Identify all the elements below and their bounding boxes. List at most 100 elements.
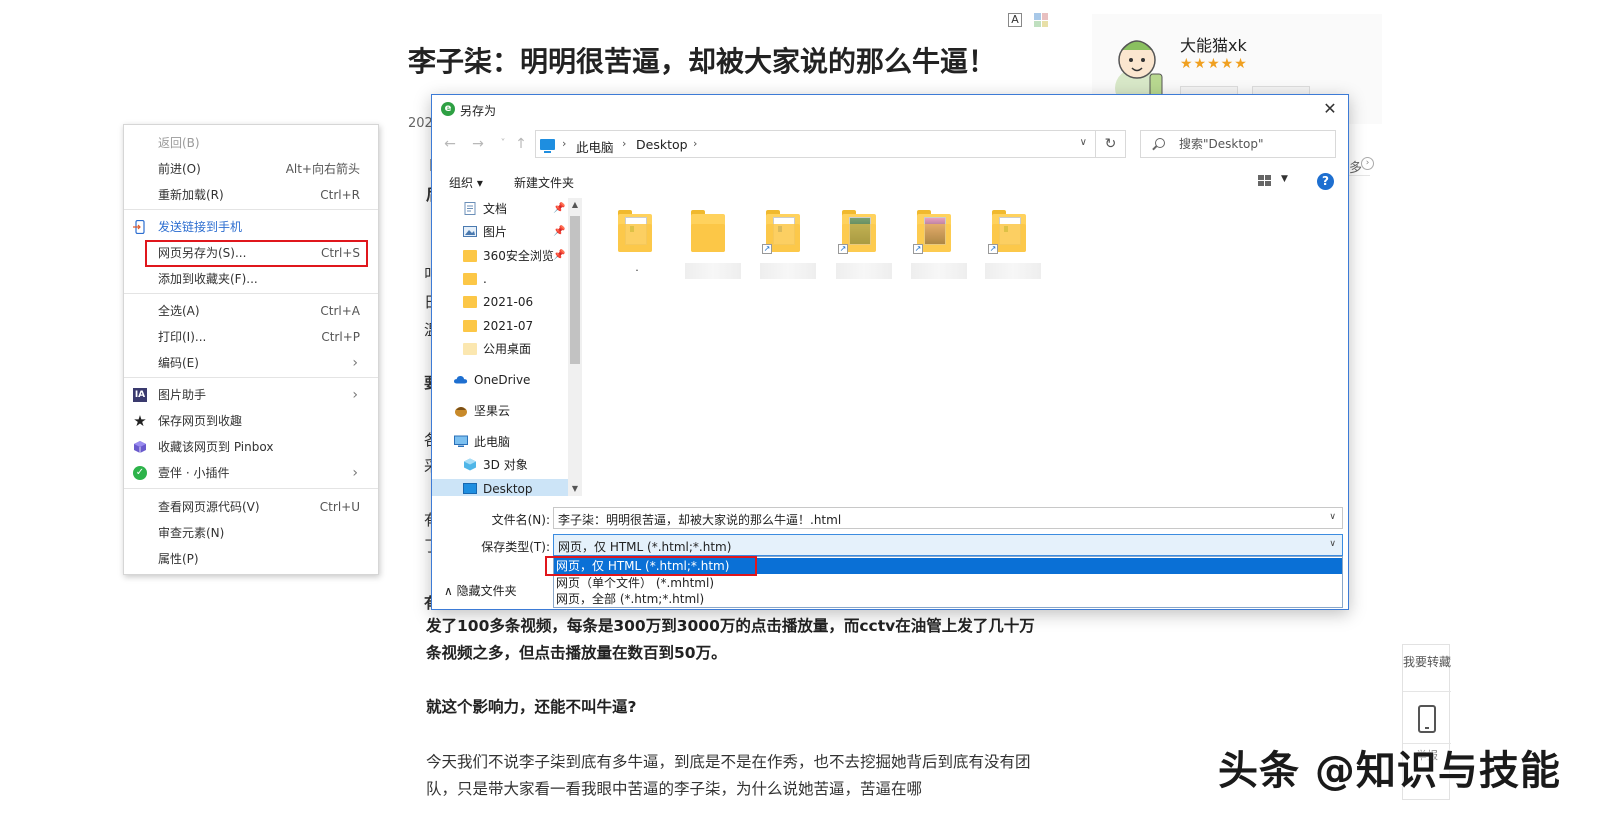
help-icon[interactable]: ? [1317, 173, 1334, 190]
filetype-option[interactable]: 网页（单个文件） (*.mhtml) [554, 575, 1342, 591]
menu-item-select-all[interactable]: 全选(A) Ctrl+A [124, 299, 378, 323]
author-name[interactable]: 大能猫xk [1180, 32, 1247, 56]
nav-item-360-browser[interactable]: 360安全浏览 📌 [463, 245, 567, 267]
search-icon [1155, 138, 1165, 148]
menu-item-properties[interactable]: 属性(P) [124, 547, 378, 571]
refresh-button[interactable]: ↻ [1096, 130, 1126, 158]
menu-item-save-to-shouqu[interactable]: ★ 保存网页到收趣 [124, 409, 378, 433]
file-label[interactable]: . [609, 261, 665, 277]
onedrive-cloud-icon [454, 375, 468, 384]
filetype-select[interactable]: 网页，仅 HTML (*.html;*.htm) ∨ [553, 534, 1343, 556]
breadcrumb-desktop[interactable]: Desktop [636, 137, 688, 152]
menu-item-view-source[interactable]: 查看网页源代码(V) Ctrl+U [124, 495, 378, 519]
highlight-box [145, 240, 368, 267]
nav-label: 360安全浏览 [483, 249, 554, 263]
nav-item-documents[interactable]: 文档 📌 [463, 198, 567, 220]
view-dropdown-icon[interactable]: ▼ [1281, 174, 1288, 184]
shortcut-arrow-icon: ↗ [838, 244, 848, 254]
new-folder-button[interactable]: 新建文件夹 [514, 174, 574, 191]
menu-item-image-helper[interactable]: IA 图片助手 › [124, 383, 378, 407]
breadcrumb-this-pc[interactable]: 此电脑 [576, 137, 614, 156]
check-icon: ✓ [133, 466, 147, 480]
nut-cloud-icon [455, 407, 467, 417]
scroll-down-arrow-icon[interactable]: ▼ [568, 482, 582, 496]
menu-label: 发送链接到手机 [158, 220, 243, 234]
pin-icon[interactable]: 📌 [553, 245, 565, 267]
side-more-link[interactable]: 多 [1349, 157, 1362, 176]
menu-label: 壹伴 · 小插件 [158, 466, 230, 480]
menu-label: 打印(I)... [158, 330, 207, 344]
breadcrumb-separator: › [562, 137, 567, 150]
highlight-box [545, 556, 757, 576]
menu-separator [124, 488, 378, 489]
folder-icon-front [618, 224, 652, 252]
menu-item-send-to-phone[interactable]: 发送链接到手机 [124, 215, 378, 239]
up-button[interactable]: ↑ [512, 135, 530, 153]
menu-item-inspect[interactable]: 审查元素(N) [124, 521, 378, 545]
divider [1346, 175, 1370, 176]
phone-icon[interactable] [1418, 705, 1436, 733]
menu-item-print[interactable]: 打印(I)... Ctrl+P [124, 325, 378, 349]
folder-icon [463, 320, 477, 332]
layout-toggle-icon[interactable] [1034, 13, 1048, 27]
font-size-toggle[interactable]: A [1008, 13, 1022, 27]
folder-shortcut-item[interactable]: ↗ [988, 210, 1026, 254]
scroll-thumb[interactable] [570, 216, 580, 364]
menu-label: 重新加载(R) [158, 188, 224, 202]
folder-shortcut-item[interactable]: ↗ [838, 210, 876, 254]
forward-button[interactable]: → [469, 135, 487, 153]
menu-item-yiban-plugin[interactable]: ✓ 壹伴 · 小插件 › [124, 461, 378, 485]
folder-icon [463, 273, 477, 285]
menu-item-encoding[interactable]: 编码(E) › [124, 351, 378, 375]
folder-shortcut-item[interactable]: ↗ [762, 210, 800, 254]
chevron-down-icon[interactable]: ∨ [1329, 512, 1336, 522]
menu-label: 返回(B) [158, 136, 200, 150]
breadcrumb-separator[interactable]: › [693, 137, 697, 150]
menu-item-add-to-favorites[interactable]: 添加到收藏夹(F)... [124, 267, 378, 291]
more-chevron-icon[interactable]: › [1361, 157, 1374, 170]
recent-locations-button[interactable]: ˅ [494, 135, 512, 153]
menu-label: 查看网页源代码(V) [158, 500, 260, 514]
folder-icon [463, 343, 477, 355]
nav-scrollbar[interactable]: ▲ ▼ [568, 198, 582, 496]
organize-button[interactable]: 组织 ▾ [449, 174, 483, 191]
pictures-icon [463, 226, 477, 237]
menu-shortcut: Ctrl+R [320, 188, 360, 202]
divider [1403, 691, 1451, 692]
filetype-label: 保存类型(T): [481, 540, 550, 554]
search-input[interactable] [1179, 135, 1329, 153]
menu-label: 收藏该网页到 Pinbox [158, 440, 274, 454]
menu-item-back[interactable]: 返回(B) [124, 131, 378, 155]
folder-item[interactable] [691, 210, 725, 252]
filename-value: 李子柒：明明很苦逼，却被大家说的那么牛逼！.html [558, 513, 842, 527]
folder-item[interactable] [618, 210, 652, 252]
menu-label: 前进(O) [158, 162, 201, 176]
send-to-phone-icon [133, 220, 145, 234]
close-button[interactable]: ✕ [1320, 99, 1340, 119]
menu-shortcut: Ctrl+U [319, 500, 360, 514]
nav-item-pictures[interactable]: 图片 📌 [463, 221, 567, 243]
search-box[interactable] [1140, 130, 1336, 158]
scroll-up-arrow-icon[interactable]: ▲ [568, 198, 582, 212]
blurred-file-label [685, 263, 741, 279]
filename-input[interactable]: 李子柒：明明很苦逼，却被大家说的那么牛逼！.html ∨ [553, 507, 1343, 529]
chevron-down-icon[interactable]: ∨ [1329, 539, 1336, 549]
menu-item-forward[interactable]: 前进(O) Alt+向右箭头 [124, 157, 378, 181]
folder-shortcut-item[interactable]: ↗ [913, 210, 951, 254]
nav-label: OneDrive [474, 373, 531, 387]
menu-item-pinbox[interactable]: 收藏该网页到 Pinbox [124, 435, 378, 459]
hide-folders-toggle[interactable]: ∧ 隐藏文件夹 [444, 582, 517, 599]
address-bar[interactable]: › 此电脑 › Desktop › ∨ [535, 130, 1096, 158]
nav-label: 文档 [483, 202, 508, 216]
pin-icon[interactable]: 📌 [553, 198, 565, 220]
back-button[interactable]: ← [441, 135, 459, 153]
pin-icon[interactable]: 📌 [553, 221, 565, 243]
view-options-icon[interactable] [1258, 175, 1271, 186]
chevron-down-icon[interactable]: ∨ [1080, 137, 1087, 148]
favorite-button[interactable]: 我要转藏 [1403, 655, 1451, 669]
menu-item-reload[interactable]: 重新加载(R) Ctrl+R [124, 183, 378, 207]
nav-label: 3D 对象 [483, 458, 528, 472]
filetype-option[interactable]: 网页，全部 (*.htm;*.html) [554, 591, 1342, 607]
filetype-value: 网页，仅 HTML (*.html;*.htm) [558, 540, 732, 554]
submenu-arrow-icon: › [352, 355, 358, 371]
